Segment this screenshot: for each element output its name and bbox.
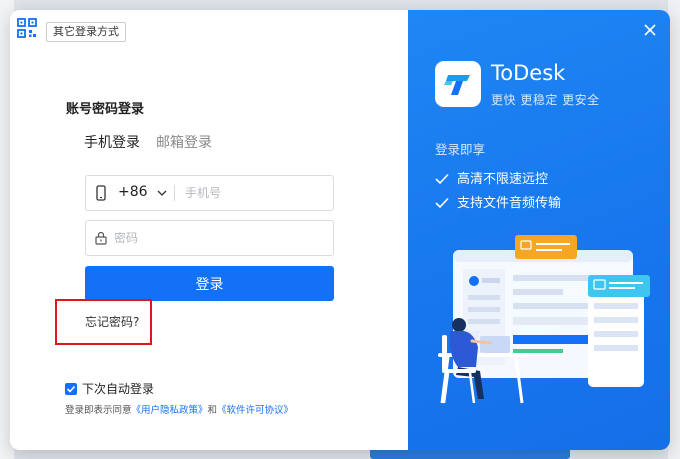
brand-tagline: 更快 更稳定 更安全 <box>491 93 600 107</box>
close-icon[interactable] <box>644 24 656 36</box>
feature-label: 高清不限速远控 <box>457 172 549 187</box>
agreement-prefix: 登录即表示同意 <box>65 405 132 416</box>
lock-icon <box>95 231 107 245</box>
section-title: 账号密码登录 <box>66 102 145 117</box>
promo-heading: 登录即享 <box>435 142 486 157</box>
other-login-button[interactable]: 其它登录方式 <box>46 22 126 42</box>
password-input[interactable] <box>112 227 316 249</box>
auto-login-checkbox[interactable] <box>65 383 77 395</box>
password-field <box>85 220 334 256</box>
promo-panel: ToDesk 更快 更稳定 更安全 登录即享 高清不限速远控 支持文件音频传输 <box>408 10 670 450</box>
checkmark-icon <box>66 385 76 393</box>
field-divider <box>174 185 175 201</box>
checkmark-icon <box>435 197 449 209</box>
annotation-highlight-box <box>55 299 152 345</box>
feature-label: 支持文件音频传输 <box>457 196 562 211</box>
agreement-text: 登录即表示同意《用户隐私政策》和《软件许可协议》 <box>65 402 293 416</box>
phone-field: +86 <box>85 175 334 211</box>
mobile-phone-icon <box>96 185 106 201</box>
tab-email-login[interactable]: 邮箱登录 <box>156 132 212 152</box>
phone-number-input[interactable] <box>183 182 327 204</box>
remote-desktop-illustration <box>438 235 650 404</box>
license-agreement-link[interactable]: 《软件许可协议》 <box>217 405 293 416</box>
auto-login-label: 下次自动登录 <box>82 382 155 396</box>
agreement-and: 和 <box>207 405 218 416</box>
todesk-logo <box>435 61 481 107</box>
chevron-down-icon[interactable] <box>157 188 167 198</box>
login-button[interactable]: 登录 <box>85 266 334 301</box>
checkmark-icon <box>435 173 449 185</box>
privacy-policy-link[interactable]: 《用户隐私政策》 <box>132 405 208 416</box>
feature-item: 支持文件音频传输 <box>435 192 561 211</box>
login-panel: 其它登录方式 账号密码登录 手机登录 邮箱登录 +86 登录 忘 <box>10 10 408 450</box>
auto-login-option[interactable]: 下次自动登录 <box>65 380 154 397</box>
qr-code-icon[interactable] <box>17 18 37 38</box>
todesk-logo-icon <box>444 75 470 95</box>
login-dialog: 其它登录方式 账号密码登录 手机登录 邮箱登录 +86 登录 忘 <box>10 10 670 450</box>
feature-item: 高清不限速远控 <box>435 168 548 187</box>
country-code[interactable]: +86 <box>118 184 148 200</box>
tab-phone-login[interactable]: 手机登录 <box>84 132 140 152</box>
brand-name: ToDesk <box>491 61 566 85</box>
